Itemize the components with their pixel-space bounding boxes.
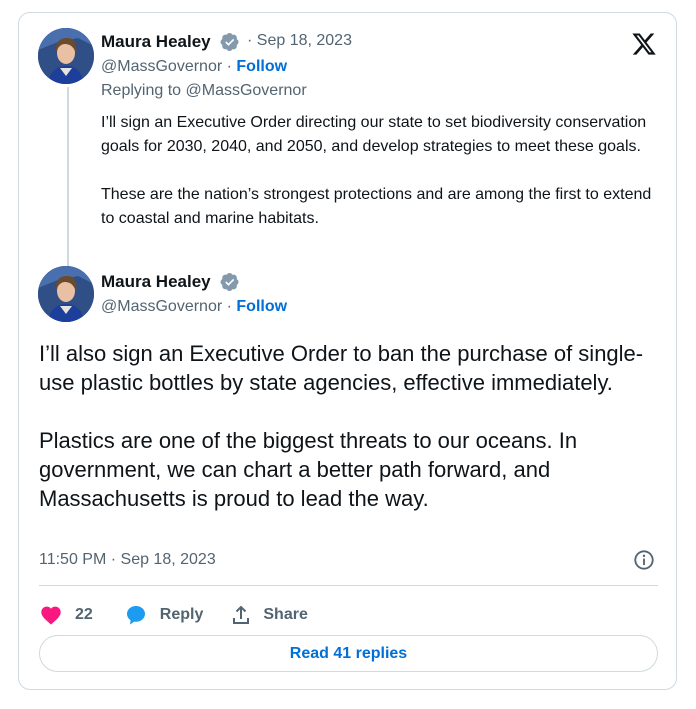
separator-dot: · [226,298,232,315]
tweet-embed-card: Maura Healey · Sep 18, 2023 @MassGoverno… [18,12,677,690]
tweet-paragraph: I’ll sign an Executive Order directing o… [101,114,647,155]
tweet-date[interactable]: Sep 18, 2023 [257,32,352,49]
tweet-paragraph: Plastics are one of the biggest threats … [39,428,578,511]
heart-icon [41,606,61,625]
reply-tweet-text: I’ll sign an Executive Order directing o… [101,111,661,231]
replying-to: Replying to @MassGovernor [101,82,307,99]
thread-connector [67,87,69,273]
author-name[interactable]: Maura Healey [101,32,211,52]
reply-button[interactable]: Reply [124,603,204,627]
share-button[interactable]: Share [229,603,308,627]
tweet-actions: 22 Reply Share [39,597,308,633]
tweet-paragraph: I’ll also sign an Executive Order to ban… [39,341,644,395]
verified-badge-icon [220,33,239,51]
author-handle[interactable]: @MassGovernor [101,298,222,315]
handle-line: @MassGovernor · Follow [101,58,287,76]
handle-line: @MassGovernor · Follow [101,298,287,316]
reply-bubble-icon [126,606,145,625]
like-count: 22 [75,606,93,623]
x-logo-icon[interactable] [631,31,657,57]
verified-badge-icon [220,273,239,291]
separator-dot: · [226,58,232,75]
divider [39,585,658,586]
tweet-timestamp[interactable]: 11:50 PM · Sep 18, 2023 [39,551,216,569]
avatar[interactable] [38,28,94,84]
share-label: Share [263,606,308,623]
separator-dot: · [247,32,253,49]
info-icon[interactable] [633,549,655,571]
tweet-paragraph: These are the nation’s strongest protect… [101,186,652,227]
avatar[interactable] [38,266,94,322]
tweet-date-line[interactable]: · Sep 18, 2023 [247,32,352,50]
author-handle[interactable]: @MassGovernor [101,58,222,75]
main-tweet-text: I’ll also sign an Executive Order to ban… [39,339,664,513]
share-icon [233,605,250,624]
follow-button[interactable]: Follow [236,298,287,315]
read-replies-button[interactable]: Read 41 replies [39,635,658,672]
like-button[interactable]: 22 [39,603,93,627]
author-name[interactable]: Maura Healey [101,272,211,292]
reply-label: Reply [159,606,204,623]
follow-button[interactable]: Follow [236,58,287,75]
